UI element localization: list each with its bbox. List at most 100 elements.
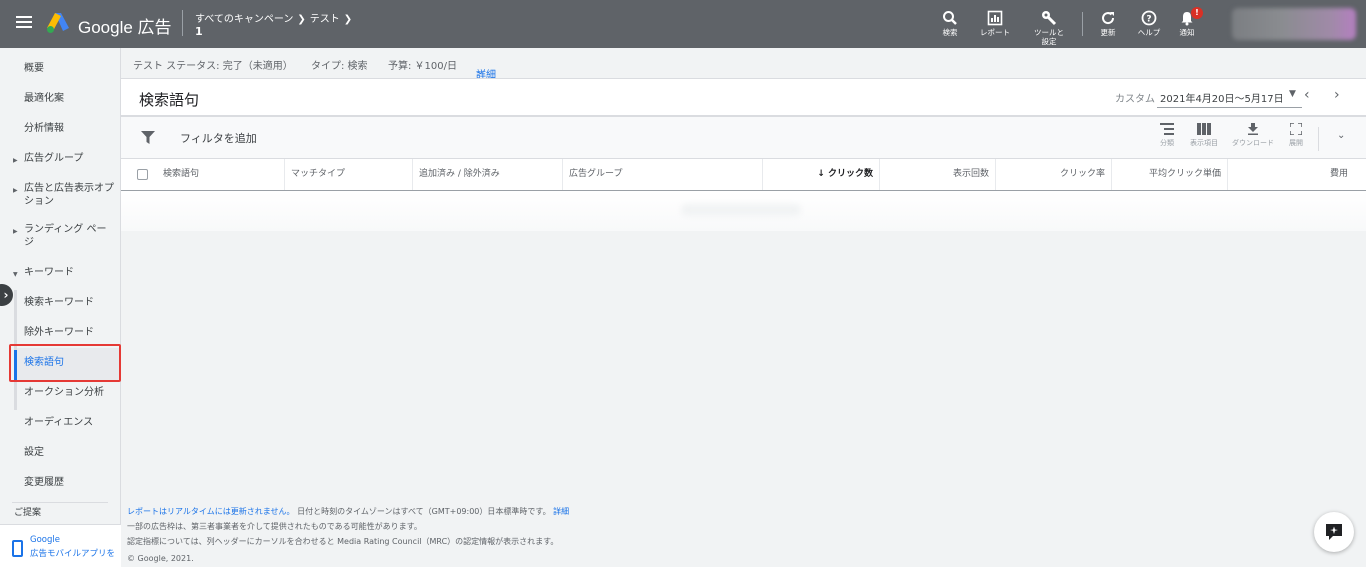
notification-badge: ! — [1191, 7, 1203, 19]
filter-icon[interactable] — [141, 131, 155, 144]
google-ads-logo — [47, 13, 69, 33]
caret-right-icon: ▶ — [13, 157, 18, 164]
breadcrumb-current: 1 — [195, 25, 203, 38]
budget: 予算: ￥100/日 — [388, 61, 458, 72]
breadcrumb-campaign[interactable]: テスト — [310, 14, 340, 25]
column-added-excluded[interactable]: 追加済み / 除外済み — [413, 159, 563, 190]
add-filter-button[interactable]: フィルタを追加 — [180, 130, 257, 146]
date-range-underline — [1157, 107, 1302, 108]
column-match-type[interactable]: マッチタイプ — [285, 159, 413, 190]
realtime-note-link[interactable]: レポートはリアルタイムには更新されません。 — [127, 507, 295, 516]
search-button[interactable]: 検索 — [927, 10, 973, 37]
nav-search-keywords[interactable]: 検索キーワード — [0, 296, 121, 309]
app-promo-line1: Google — [30, 535, 60, 545]
test-status: テスト ステータス: 完了（未適用） — [133, 61, 293, 72]
columns-button[interactable]: 表示項目 — [1182, 123, 1226, 148]
page-footer: レポートはリアルタイムには更新されません。 日付と時刻のタイムゾーンはすべて（G… — [127, 504, 569, 566]
top-app-bar: Google 広告 すべてのキャンペーン ❯ テスト ❯ 1 検索 レポート ツールと… — [0, 0, 1366, 48]
phone-icon — [12, 540, 23, 557]
svg-text:?: ? — [1146, 15, 1151, 25]
nav-search-terms-highlight — [9, 344, 121, 382]
column-cost[interactable]: 費用 — [1228, 159, 1354, 190]
nav-ads-extensions[interactable]: ▶ 広告と広告表示オプション — [0, 182, 121, 208]
nav-audiences[interactable]: オーディエンス — [0, 416, 121, 429]
notifications-button[interactable]: 通知 — [1164, 10, 1210, 37]
nav-overview[interactable]: 概要 — [0, 62, 121, 75]
segment-icon — [1160, 123, 1174, 135]
report-icon — [987, 10, 1003, 26]
nav-settings[interactable]: 設定 — [0, 446, 121, 459]
chevron-right-icon: › — [3, 288, 9, 302]
help-icon: ? — [1141, 10, 1157, 26]
nav-suggestions[interactable]: ご提案 — [0, 507, 121, 520]
footer-line-2: 一部の広告枠は、第三者事業者を介して提供されたものである可能性があります。 — [127, 522, 422, 531]
expand-button[interactable]: 展開 — [1274, 123, 1318, 148]
nav-change-history[interactable]: 変更履歴 — [0, 476, 121, 489]
table-header: 検索語句 マッチタイプ 追加済み / 除外済み 広告グループ ↓ クリック数 表… — [121, 159, 1366, 191]
nav-ads-extensions-label: 広告と広告表示オプション — [24, 183, 114, 207]
nav-recommendations[interactable]: 最適化案 — [0, 92, 121, 105]
date-range-label: カスタム — [1115, 94, 1155, 105]
column-impressions[interactable]: 表示回数 — [880, 159, 996, 190]
column-ad-group[interactable]: 広告グループ — [563, 159, 763, 190]
tools-settings-button[interactable]: ツールと 設定 — [1026, 10, 1072, 46]
next-period-button[interactable]: › — [1334, 87, 1340, 103]
refresh-icon — [1102, 12, 1115, 25]
header-divider — [182, 10, 183, 36]
breadcrumb-all-campaigns[interactable]: すべてのキャンペーン — [195, 14, 293, 25]
previous-period-button[interactable]: ‹ — [1304, 87, 1310, 103]
download-button[interactable]: ダウンロード — [1230, 123, 1276, 148]
download-icon — [1248, 123, 1258, 135]
search-label: 検索 — [942, 28, 958, 37]
mobile-app-promo[interactable]: Google 広告モバイルアプリを — [0, 524, 121, 567]
nav-insights[interactable]: 分析情報 — [0, 122, 121, 135]
menu-icon[interactable] — [16, 16, 32, 28]
dropdown-arrow-icon[interactable]: ▼ — [1289, 89, 1296, 99]
footer-line-3: 認定指標については、列ヘッダーにカーソルを合わせると Media Rating … — [127, 537, 559, 546]
breadcrumb: すべてのキャンペーン ❯ テスト ❯ — [195, 10, 356, 25]
header-tools-divider — [1082, 12, 1083, 36]
nav-divider — [12, 502, 108, 503]
nav-landing-pages[interactable]: ▶ ランディング ページ — [0, 223, 121, 249]
chevron-down-icon: ⌄ — [476, 66, 485, 77]
toolbar-divider — [1318, 127, 1319, 151]
timezone-note: 日付と時刻のタイムゾーンはすべて（GMT+09:00）日本標準時です。 — [294, 507, 554, 516]
tools-settings-label: ツールと 設定 — [1034, 28, 1064, 46]
column-clicks-label: クリック数 — [827, 169, 873, 179]
chevron-right-icon: ❯ — [343, 14, 353, 25]
select-all-checkbox[interactable] — [137, 169, 148, 180]
footer-line-1: レポートはリアルタイムには更新されません。 日付と時刻のタイムゾーンはすべて（G… — [127, 504, 569, 519]
refresh-button[interactable]: 更新 — [1085, 10, 1131, 37]
campaign-type: タイプ: 検索 — [311, 61, 368, 72]
nav-auction-insights[interactable]: オークション分析 — [0, 386, 121, 399]
date-range-picker[interactable]: 2021年4月20日～5月17日 — [1160, 90, 1284, 105]
expand-label: 展開 — [1289, 139, 1303, 147]
reports-label: レポート — [980, 28, 1010, 37]
feedback-chat-button[interactable] — [1314, 512, 1354, 552]
columns-label: 表示項目 — [1190, 139, 1218, 147]
column-clicks[interactable]: ↓ クリック数 — [763, 159, 880, 190]
download-label: ダウンロード — [1232, 139, 1274, 147]
search-icon — [943, 11, 957, 25]
column-ctr[interactable]: クリック率 — [996, 159, 1112, 190]
reports-button[interactable]: レポート — [972, 10, 1018, 37]
table-body-loading — [121, 192, 1366, 231]
expand-icon — [1290, 123, 1302, 135]
sort-descending-icon: ↓ — [817, 169, 825, 179]
nav-keywords[interactable]: ▼ キーワード — [0, 266, 121, 279]
copyright: © Google, 2021. — [127, 554, 194, 563]
nav-landing-pages-label: ランディング ページ — [24, 224, 107, 248]
caret-right-icon: ▶ — [13, 187, 18, 194]
column-avg-cpc[interactable]: 平均クリック単価 — [1112, 159, 1228, 190]
chevron-down-icon[interactable]: ⌄ — [1337, 130, 1345, 141]
columns-icon — [1197, 123, 1211, 135]
search-terms-card: 検索語句 カスタム 2021年4月20日～5月17日 ▼ ‹ › フィルタを追加… — [121, 78, 1366, 231]
nav-negative-keywords[interactable]: 除外キーワード — [0, 326, 121, 339]
page-title: 検索語句 — [139, 91, 200, 109]
column-search-term[interactable]: 検索語句 — [157, 159, 285, 190]
nav-keywords-label: キーワード — [24, 267, 74, 278]
refresh-label: 更新 — [1100, 28, 1116, 37]
account-switcher[interactable] — [1232, 8, 1356, 40]
nav-ad-groups[interactable]: ▶ 広告グループ — [0, 152, 121, 165]
footer-details-link[interactable]: 詳細 — [553, 507, 569, 516]
